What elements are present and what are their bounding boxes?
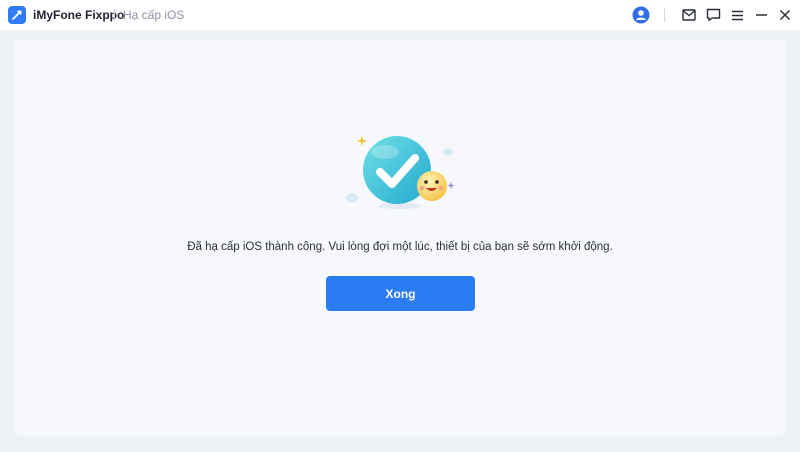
title-divider [114, 9, 115, 21]
logo-icon [8, 6, 26, 24]
sparkle-icon [447, 182, 455, 189]
user-avatar-icon[interactable] [632, 6, 650, 24]
success-illustration [340, 130, 460, 210]
title-bar: iMyFone Fixppo Hạ cấp iOS [0, 0, 800, 30]
chat-icon[interactable] [704, 6, 722, 24]
done-button[interactable]: Xong [326, 276, 475, 311]
mail-icon[interactable] [680, 6, 698, 24]
success-message: Đã hạ cấp iOS thành công. Vui lòng đợi m… [187, 241, 613, 253]
app-window: iMyFone Fixppo Hạ cấp iOS Đã hạ cấp iOS … [0, 0, 800, 452]
content-panel [14, 40, 786, 436]
close-icon[interactable] [776, 6, 794, 24]
mode-name: Hạ cấp iOS [123, 8, 185, 22]
app-name: iMyFone Fixppo [33, 8, 125, 22]
toolbar-divider [664, 8, 665, 22]
sparkle-icon [357, 136, 367, 146]
menu-icon[interactable] [728, 6, 746, 24]
minimize-icon[interactable] [752, 6, 770, 24]
